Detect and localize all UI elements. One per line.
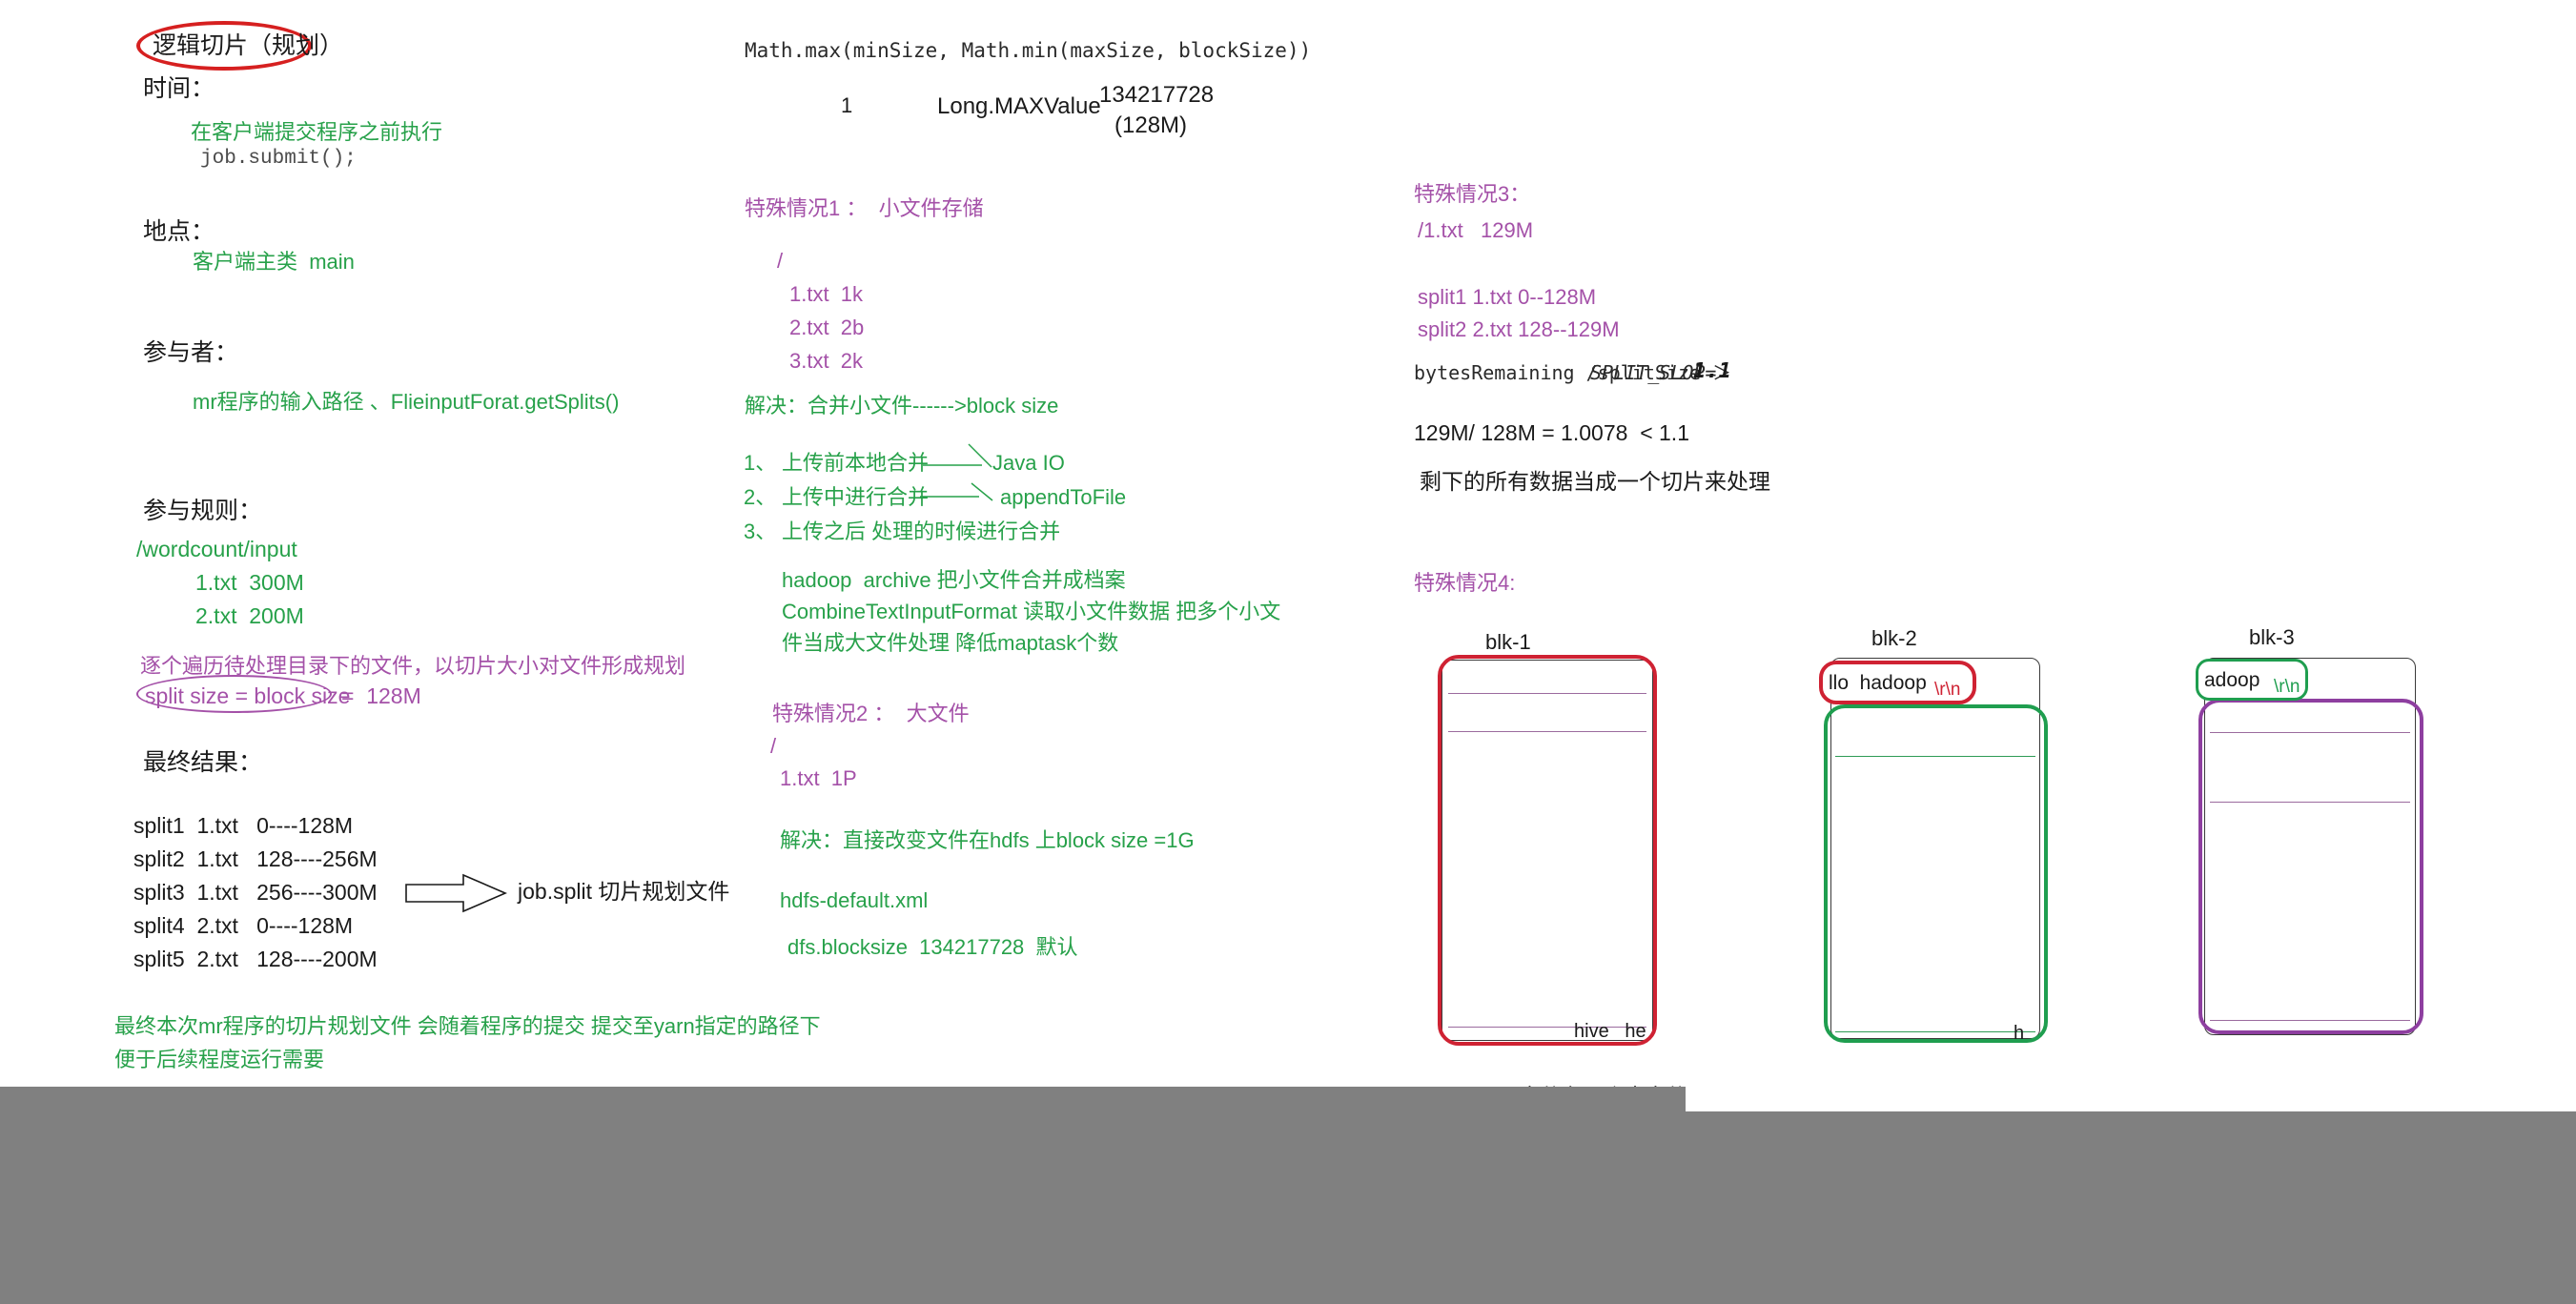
blk-2-label: blk-2 xyxy=(1871,626,1917,650)
input-path: /wordcount/input xyxy=(136,537,297,561)
input-file-1: 1.txt 300M xyxy=(195,570,304,595)
input-file-2: 2.txt 200M xyxy=(195,603,304,628)
case1-root-path: / xyxy=(777,249,784,273)
case3-title: 特殊情况3： xyxy=(1414,182,1531,206)
case1-file-2: 2.txt 2b xyxy=(789,316,865,339)
place-value: 客户端主类 main xyxy=(193,250,355,274)
time-label: 时间： xyxy=(143,75,215,102)
case3-file: /1.txt 129M xyxy=(1418,218,1534,242)
case1-step-1-text: 上传前本地合并 xyxy=(782,451,930,475)
left-title: 逻辑切片（规划） xyxy=(153,32,344,59)
step-2-connector-icon xyxy=(920,482,993,501)
case1-step-1-target: Java IO xyxy=(992,451,1065,475)
case1-step-2-num: 2、 xyxy=(744,485,777,509)
case2-file-1: 1.txt 1P xyxy=(780,766,857,790)
split-size-formula-tail: = 128M xyxy=(341,683,421,708)
case1-step-2-text: 上传中进行合并 xyxy=(782,485,930,509)
split-row-1: split1 1.txt 0----128M xyxy=(133,813,354,838)
case1-note-2: CombineTextInputFormat 读取小文件数据 把多个小文 xyxy=(782,600,1281,623)
case3-split-2: split2 2.txt 128--129M xyxy=(1418,317,1620,341)
case2-config-file: hdfs-default.xml xyxy=(780,888,929,912)
blk-3-label: blk-3 xyxy=(2249,625,2295,649)
blk-2-highlight xyxy=(1824,704,2048,1043)
formula-blocksize-value: 134217728 xyxy=(1099,82,1215,108)
bottom-gray-overlay-right xyxy=(1686,1111,2576,1304)
blk-3-tag-text: adoop xyxy=(2204,669,2260,691)
place-label: 地点： xyxy=(143,218,215,245)
rules-label: 参与规则： xyxy=(143,498,263,524)
split-row-2: split2 1.txt 128----256M xyxy=(133,846,378,871)
result-label: 最终结果： xyxy=(143,749,263,776)
case3-note: 剩下的所有数据当成一个切片来处理 xyxy=(1420,469,1770,494)
bottom-white-gap xyxy=(1686,1087,2576,1111)
formula-maxsize-value: Long.MAXValue xyxy=(937,93,1101,119)
case1-solution: 解决：合并小文件------>block size xyxy=(745,394,1059,418)
case1-note-3: 件当成大文件处理 降低maptask个数 xyxy=(782,631,1119,655)
case1-step-2-target: appendToFile xyxy=(1000,485,1127,509)
split-size-formula: split size = block size xyxy=(145,683,351,708)
case1-title: 特殊情况1 ： 小文件存储 xyxy=(745,196,984,220)
case2-solution: 解决：直接改变文件在hdfs 上block size =1G xyxy=(780,828,1195,852)
footer-line-1: 最终本次mr程序的切片规划文件 会随着程序的提交 提交至yarn指定的路径下 xyxy=(114,1014,821,1038)
split-row-3: split3 1.txt 256----300M xyxy=(133,880,378,905)
case2-title: 特殊情况2 ： 大文件 xyxy=(772,702,970,725)
blk-2-crlf-marker: \r\n xyxy=(1934,680,1961,700)
case3-condition-value: 1.1 xyxy=(1693,359,1731,383)
time-value-cn: 在客户端提交程序之前执行 xyxy=(191,120,443,144)
split-row-5: split5 2.txt 128----200M xyxy=(133,947,378,971)
split-row-4: split4 2.txt 0----128M xyxy=(133,913,354,938)
formula-blocksize-unit: (128M) xyxy=(1114,112,1188,138)
case1-file-1: 1.txt 1k xyxy=(789,282,864,306)
case1-file-3: 3.txt 2k xyxy=(789,349,864,373)
blk-3-crlf-marker: \r\n xyxy=(2274,677,2300,697)
case1-step-3-text: 上传之后 处理的时候进行合并 xyxy=(782,520,1061,543)
blk-2-tag-text: llo hadoop xyxy=(1829,672,1927,694)
case2-config-entry: dfs.blocksize 134217728 默认 xyxy=(787,935,1078,959)
case1-step-3-num: 3、 xyxy=(744,520,777,543)
blk-1-label: blk-1 xyxy=(1485,630,1531,654)
block-arrow-icon xyxy=(405,873,508,913)
participants-label: 参与者： xyxy=(143,339,239,366)
time-value-code: job.submit(); xyxy=(200,148,357,170)
case4-title: 特殊情况4: xyxy=(1414,571,1516,595)
formula-minsize-value: 1 xyxy=(841,93,853,117)
split-size-formula-expression: Math.max(minSize, Math.min(maxSize, bloc… xyxy=(745,39,1312,62)
blk-1-highlight xyxy=(1438,655,1657,1046)
case1-note-1: hadoop archive 把小文件合并成档案 xyxy=(782,568,1126,592)
bottom-gray-overlay xyxy=(0,1087,1686,1304)
case3-split-1: split1 1.txt 0--128M xyxy=(1418,285,1597,309)
footer-line-2: 便于后续程度运行需要 xyxy=(114,1048,325,1071)
case1-step-1-num: 1、 xyxy=(744,451,777,475)
arrow-target-label: job.split 切片规划文件 xyxy=(518,879,730,904)
whiteboard-canvas: 逻辑切片（规划） 时间： 在客户端提交程序之前执行 job.submit(); … xyxy=(0,0,2576,1304)
participants-value: mr程序的输入路径 、FlieinputForat.getSplits() xyxy=(193,390,620,414)
case3-calc: 129M/ 128M = 1.0078 < 1.1 xyxy=(1414,420,1689,445)
case2-root-path: / xyxy=(770,734,777,758)
blk-3-highlight xyxy=(2198,699,2423,1034)
